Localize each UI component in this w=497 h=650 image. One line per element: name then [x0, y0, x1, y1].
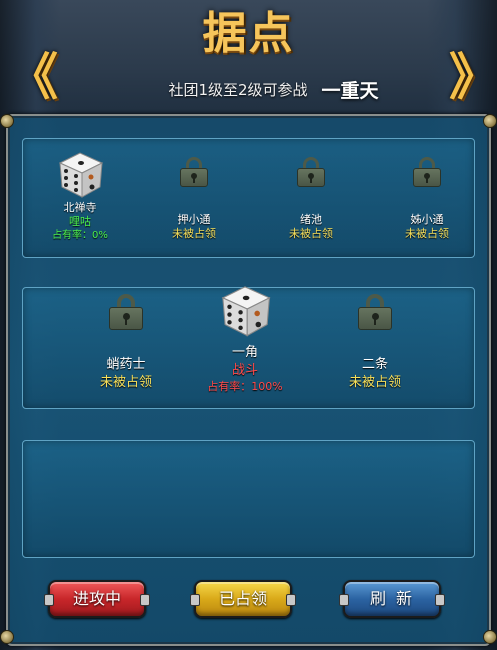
- stronghold-name: 二条: [361, 357, 388, 372]
- stronghold-row-1: 北禅寺 哩咕 占有率：0% 押小通 未被占领 绪池 未被占领 姊小通 未被占领: [22, 138, 475, 258]
- corner-rivet: [0, 114, 14, 128]
- stronghold-slot-nijo[interactable]: 二条 未被占领: [330, 294, 420, 392]
- stronghold-status: 未被占领: [172, 227, 216, 240]
- corner-rivet: [483, 114, 497, 128]
- tier-label: 一重天: [321, 79, 379, 102]
- stronghold-status: 未被占领: [348, 375, 401, 390]
- stronghold-slot-oshikoji[interactable]: 押小通 未被占领: [149, 157, 239, 241]
- stronghold-status: 未被占领: [99, 375, 152, 390]
- stronghold-row-3-empty: [22, 440, 475, 558]
- lock-icon: [297, 157, 325, 187]
- dice-icon: [35, 145, 125, 201]
- page-title: 据点: [202, 8, 295, 59]
- stronghold-name: 押小通: [177, 213, 211, 226]
- lock-icon: [109, 294, 143, 330]
- stronghold-name: 北禅寺: [63, 201, 97, 214]
- stronghold-row-2: 蛸药士 未被占领 一角 战斗 占有率：100% 二条 未被占领: [22, 286, 475, 409]
- stronghold-status: 未被占领: [289, 227, 333, 240]
- stronghold-slot-takoyakushi[interactable]: 蛸药士 未被占领: [81, 294, 171, 392]
- stronghold-status: 战斗: [231, 363, 258, 378]
- dice-icon: [200, 278, 290, 340]
- refresh-button[interactable]: 刷新: [339, 580, 445, 618]
- lock-icon: [180, 157, 208, 187]
- occupancy-rate: 占有率：0%: [52, 230, 108, 241]
- occupancy-rate: 占有率：100%: [207, 380, 283, 393]
- attacking-button[interactable]: 进攻中: [44, 580, 150, 618]
- stronghold-slot-oike[interactable]: 绪池 未被占领: [266, 157, 356, 241]
- stronghold-status: 哩咕: [69, 215, 91, 228]
- corner-rivet: [483, 630, 497, 644]
- stronghold-slot-anekoji[interactable]: 姊小通 未被占领: [382, 157, 472, 241]
- stronghold-slot-beichanji[interactable]: 北禅寺 哩咕 占有率：0%: [35, 145, 125, 242]
- lock-icon: [358, 294, 392, 330]
- stronghold-name: 绪池: [300, 213, 322, 226]
- stronghold-name: 蛸药士: [106, 357, 146, 372]
- stronghold-name: 姊小通: [410, 213, 444, 226]
- stronghold-slot-ikkaku[interactable]: 一角 战斗 占有率：100%: [200, 278, 290, 394]
- level-requirement-text: 社团1级至2级可参战: [168, 80, 308, 99]
- lock-icon: [413, 157, 441, 187]
- stronghold-name: 一角: [231, 345, 258, 360]
- corner-rivet: [0, 630, 14, 644]
- occupied-button[interactable]: 已占领: [190, 580, 296, 618]
- stronghold-status: 未被占领: [405, 227, 449, 240]
- tier-info-row: 社团1级至2级可参战 一重天: [0, 74, 497, 104]
